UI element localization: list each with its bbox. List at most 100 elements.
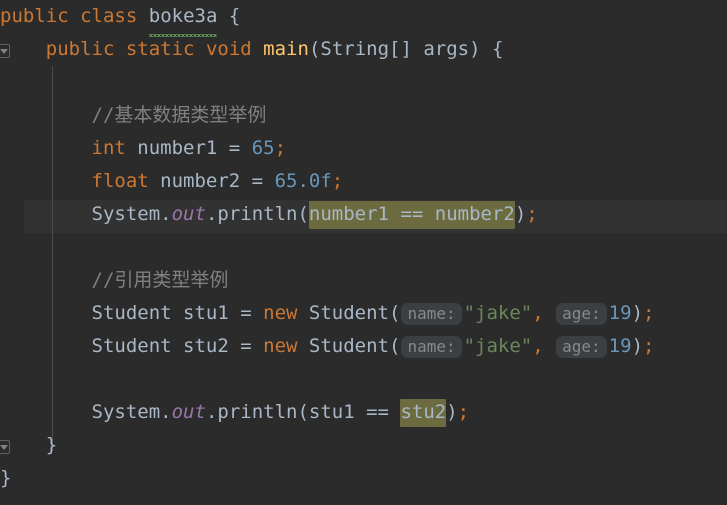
- code-token: float: [91, 170, 149, 192]
- inlay-parameter-hint: name:: [401, 336, 462, 358]
- code-line[interactable]: [0, 363, 727, 396]
- code-token: //引用类型举例: [91, 269, 229, 291]
- code-line[interactable]: //引用类型举例: [0, 264, 727, 297]
- code-line[interactable]: int number1 = 65;: [0, 132, 727, 165]
- code-token: //基本数据类型举例: [91, 104, 267, 126]
- code-line[interactable]: Student stu2 = new Student(name: "jake", …: [0, 330, 727, 363]
- code-token: "jake": [463, 302, 533, 324]
- code-token: main: [263, 38, 309, 60]
- code-line[interactable]: System.out.println(number1 == number2);: [0, 198, 727, 231]
- code-token: static: [125, 38, 195, 60]
- code-token: new: [263, 302, 298, 324]
- code-token: out: [171, 203, 206, 225]
- code-token: ;: [274, 137, 287, 159]
- code-token: stu1: [171, 302, 241, 324]
- code-token: 65.0f: [274, 170, 332, 192]
- code-token: ;: [457, 401, 470, 423]
- code-line[interactable]: public static void main(String[] args) {: [0, 33, 727, 66]
- code-token: ): [446, 401, 458, 423]
- code-token: class: [80, 5, 138, 27]
- highlighted-token: stu2: [400, 399, 447, 427]
- highlighted-token: number1 == number2: [308, 201, 515, 229]
- code-token: ,: [532, 335, 556, 357]
- code-token: number2: [148, 170, 252, 192]
- code-token: {: [228, 5, 241, 27]
- code-token: ;: [643, 302, 655, 324]
- code-token: =: [240, 335, 264, 357]
- code-token: new: [263, 335, 298, 357]
- code-token: Student: [91, 335, 172, 357]
- code-token: 65: [251, 137, 275, 159]
- inlay-parameter-hint: name:: [401, 303, 462, 325]
- code-token: }: [45, 434, 58, 456]
- code-token: number1: [125, 137, 229, 159]
- code-line[interactable]: }: [0, 462, 727, 495]
- code-line[interactable]: [0, 66, 727, 99]
- code-token: }: [0, 467, 12, 489]
- code-token: ,: [532, 302, 556, 324]
- code-token: .: [205, 401, 218, 423]
- code-token: args: [423, 38, 470, 60]
- code-token: out: [171, 401, 206, 423]
- code-token: =: [251, 170, 275, 192]
- code-line[interactable]: [0, 231, 727, 264]
- code-token: System: [91, 401, 161, 423]
- code-line[interactable]: public class boke3a {: [0, 0, 727, 37]
- code-token: .: [160, 401, 172, 423]
- code-token: boke3a: [148, 5, 218, 27]
- inlay-parameter-hint: age:: [556, 336, 607, 358]
- code-token: {: [492, 38, 504, 60]
- code-token: Student: [308, 335, 389, 357]
- code-token: void: [205, 38, 252, 60]
- code-token: ): [631, 302, 644, 324]
- code-token: println: [217, 203, 298, 225]
- code-token: public: [45, 38, 115, 60]
- code-token: ;: [643, 335, 655, 357]
- code-line[interactable]: float number2 = 65.0f;: [0, 165, 727, 198]
- code-token: .: [160, 203, 172, 225]
- code-line[interactable]: System.out.println(stu1 == stu2);: [0, 396, 727, 429]
- class-name-warning-squiggle: boke3a: [148, 0, 218, 37]
- code-line[interactable]: Student stu1 = new Student(name: "jake", …: [0, 297, 727, 330]
- code-token: (: [388, 335, 401, 357]
- code-token: (: [308, 38, 321, 60]
- code-token: .: [205, 203, 218, 225]
- code-content[interactable]: public class boke3a { public static void…: [0, 0, 727, 495]
- code-token: Student: [91, 302, 172, 324]
- code-token: ): [469, 38, 493, 60]
- code-token: ;: [526, 203, 538, 225]
- code-token: public: [0, 5, 69, 27]
- code-token: "jake": [463, 335, 533, 357]
- code-editor[interactable]: public class boke3a { public static void…: [0, 0, 727, 505]
- code-token: 19: [608, 302, 632, 324]
- code-line[interactable]: //基本数据类型举例: [0, 99, 727, 132]
- code-token: (: [388, 302, 401, 324]
- code-line[interactable]: }: [0, 429, 727, 462]
- code-token: System: [91, 203, 161, 225]
- code-token: []: [389, 38, 424, 60]
- code-token: 19: [608, 335, 632, 357]
- code-token: ;: [331, 170, 344, 192]
- code-token: ): [631, 335, 644, 357]
- code-token: (: [297, 401, 309, 423]
- code-token: stu2: [171, 335, 241, 357]
- code-token: String: [320, 38, 390, 60]
- code-token: stu1 ==: [308, 401, 401, 423]
